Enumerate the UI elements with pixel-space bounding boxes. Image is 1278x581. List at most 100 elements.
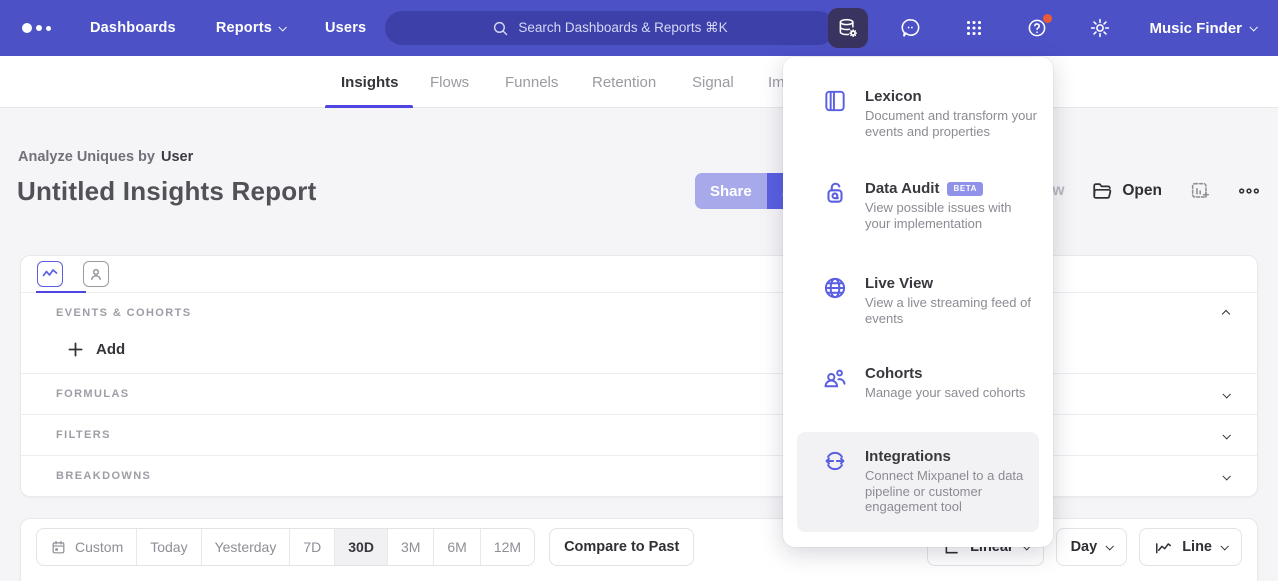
add-to-board-button[interactable] (1189, 180, 1211, 202)
menu-item-description: View a live streaming feed of events (865, 295, 1039, 326)
interval-label: Day (1071, 539, 1098, 555)
chevron-down-icon (1249, 23, 1257, 31)
more-options-button[interactable] (1238, 180, 1260, 202)
nav-dashboards[interactable]: Dashboards (90, 20, 176, 36)
chevron-down-icon (1222, 431, 1230, 439)
chart-type-dropdown[interactable]: Line (1139, 528, 1242, 566)
menu-item-description: Connect Mixpanel to a data pipeline or c… (865, 468, 1039, 515)
tab-flows[interactable]: Flows (430, 56, 469, 108)
notification-dot (1043, 14, 1052, 23)
settings-icon[interactable] (1080, 8, 1120, 48)
chart-toolbar-card: Custom Today Yesterday 7D 30D 3M 6M 12M … (20, 518, 1258, 581)
range-yesterday[interactable]: Yesterday (201, 529, 290, 565)
expand-breakdowns-chevron[interactable] (1219, 463, 1233, 489)
date-range-controls: Custom Today Yesterday 7D 30D 3M 6M 12M … (36, 528, 694, 566)
nav-dashboards-label: Dashboards (90, 20, 176, 36)
collapse-events-chevron[interactable] (1219, 300, 1233, 326)
range-3m[interactable]: 3M (387, 529, 433, 565)
tab-funnels[interactable]: Funnels (505, 56, 558, 108)
range-6m[interactable]: 6M (433, 529, 479, 565)
lexicon-icon (822, 88, 848, 139)
range-today[interactable]: Today (136, 529, 200, 565)
feedback-icon[interactable] (891, 8, 931, 48)
tab-signal[interactable]: Signal (692, 56, 734, 108)
filters-section[interactable]: FILTERS (21, 414, 1257, 455)
data-audit-icon (822, 180, 848, 231)
folder-icon (1091, 180, 1113, 202)
top-navbar: Dashboards Reports Users Search Dashboar… (0, 0, 1278, 56)
profiles-view-tab[interactable] (83, 261, 109, 287)
nav-links: Dashboards Reports Users (90, 20, 366, 36)
search-input[interactable]: Search Dashboards & Reports ⌘K (385, 11, 835, 45)
logo-dot (36, 25, 42, 31)
range-30d[interactable]: 30D (334, 529, 387, 565)
events-cohorts-header: EVENTS & COHORTS (56, 307, 191, 319)
date-range-segmented-control: Custom Today Yesterday 7D 30D 3M 6M 12M (36, 528, 535, 566)
search-placeholder: Search Dashboards & Reports ⌘K (518, 20, 727, 36)
integrations-icon (822, 448, 848, 515)
report-subtitle: Analyze Uniques byUser (18, 149, 193, 165)
breakdowns-header: BREAKDOWNS (56, 470, 151, 482)
chevron-down-icon (1222, 390, 1230, 398)
logo-dot (22, 23, 32, 33)
range-12m[interactable]: 12M (480, 529, 534, 565)
menu-item-text: Data Audit BETA View possible issues wit… (865, 180, 1039, 231)
report-title[interactable]: Untitled Insights Report (17, 176, 316, 207)
interval-dropdown[interactable]: Day (1056, 528, 1128, 566)
nav-users-label: Users (325, 20, 366, 36)
formulas-section[interactable]: FORMULAS (21, 373, 1257, 414)
builder-view-tabs (21, 256, 1257, 293)
calendar-icon (50, 539, 67, 556)
tab-insights[interactable]: Insights (341, 56, 399, 108)
menu-item-live-view[interactable]: Live View View a live streaming feed of … (822, 275, 1039, 326)
breakdowns-section[interactable]: BREAKDOWNS (21, 455, 1257, 496)
cohorts-icon (822, 365, 848, 401)
header-actions: New Open (1033, 173, 1261, 209)
line-chart-icon (1154, 538, 1173, 557)
chevron-down-icon (1220, 542, 1228, 550)
nav-users[interactable]: Users (325, 20, 366, 36)
workspace-switcher[interactable]: Music Finder (1149, 20, 1256, 37)
events-view-tab[interactable] (37, 261, 63, 287)
data-management-icon[interactable] (828, 8, 868, 48)
beta-badge: BETA (947, 182, 983, 196)
query-builder-card: EVENTS & COHORTS Add FORMULAS FILTERS BR… (20, 255, 1258, 497)
menu-item-description: Manage your saved cohorts (865, 385, 1025, 401)
menu-item-integrations[interactable]: Integrations Connect Mixpanel to a data … (797, 432, 1039, 532)
compare-to-past-button[interactable]: Compare to Past (549, 528, 694, 566)
expand-formulas-chevron[interactable] (1219, 381, 1233, 407)
range-custom[interactable]: Custom (37, 529, 136, 565)
active-view-underline (36, 291, 86, 294)
tab-retention[interactable]: Retention (592, 56, 656, 108)
range-7d[interactable]: 7D (289, 529, 334, 565)
person-icon (88, 266, 104, 282)
chevron-down-icon (1222, 472, 1230, 480)
menu-item-title: Integrations (865, 448, 951, 465)
menu-item-cohorts[interactable]: Cohorts Manage your saved cohorts (822, 365, 1039, 401)
menu-item-title: Lexicon (865, 88, 922, 105)
apps-grid-icon[interactable] (954, 8, 994, 48)
workspace-name: Music Finder (1149, 20, 1242, 37)
open-label: Open (1122, 182, 1162, 200)
expand-filters-chevron[interactable] (1219, 422, 1233, 448)
add-label: Add (96, 341, 125, 358)
menu-item-title: Data Audit (865, 180, 939, 197)
add-event-button[interactable]: Add (68, 341, 125, 358)
board-plus-icon (1189, 180, 1211, 202)
insights-report-page: Dashboards Reports Users Search Dashboar… (0, 0, 1278, 581)
live-view-icon (822, 275, 848, 326)
share-button[interactable]: Share (695, 173, 767, 209)
range-custom-label: Custom (75, 539, 123, 555)
menu-item-description: View possible issues with your implement… (865, 200, 1039, 231)
chart-icon (42, 266, 58, 282)
subtitle-entity[interactable]: User (161, 149, 193, 165)
menu-item-text: Live View View a live streaming feed of … (865, 275, 1039, 326)
menu-item-text: Lexicon Document and transform your even… (865, 88, 1039, 139)
menu-item-data-audit[interactable]: Data Audit BETA View possible issues wit… (822, 180, 1039, 231)
menu-item-lexicon[interactable]: Lexicon Document and transform your even… (822, 88, 1039, 139)
nav-reports[interactable]: Reports (216, 20, 285, 36)
mixpanel-logo[interactable] (22, 23, 68, 33)
help-icon[interactable] (1017, 8, 1057, 48)
active-tab-underline (325, 105, 413, 108)
open-report-button[interactable]: Open (1091, 180, 1162, 202)
